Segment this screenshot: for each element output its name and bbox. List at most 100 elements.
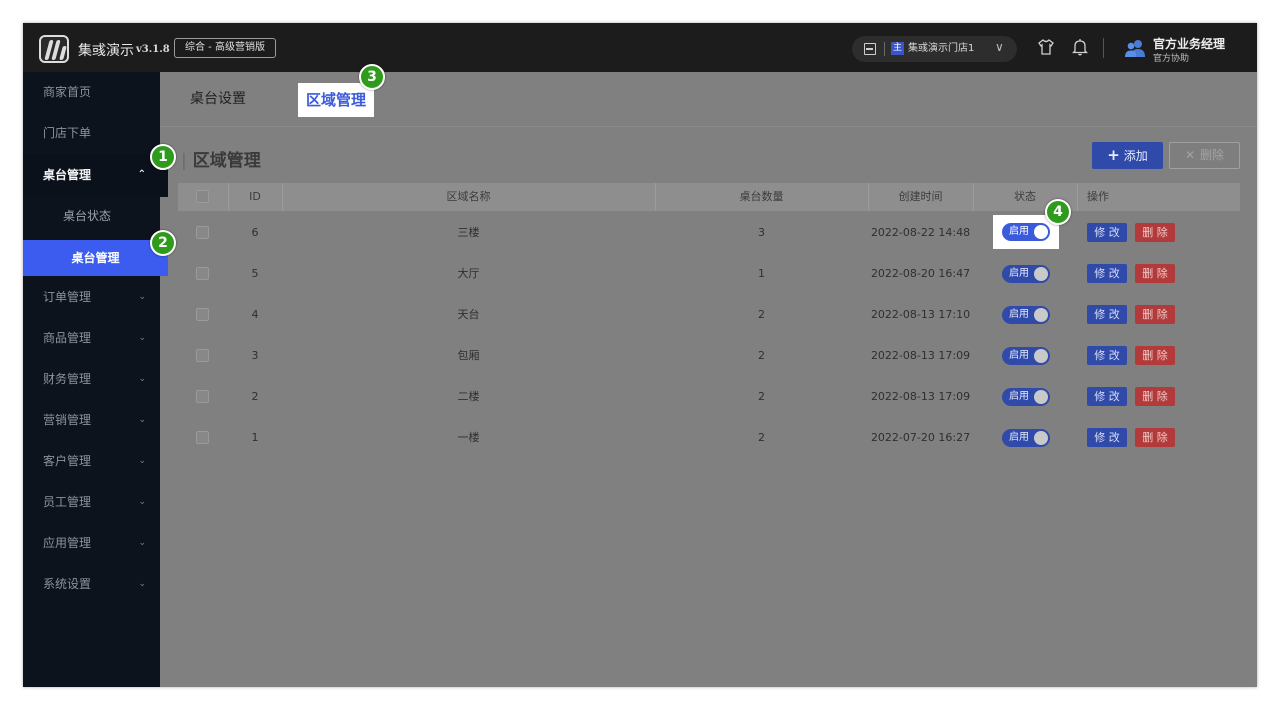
table-row: 5 大厅 1 2022-08-20 16:47 启用 修 改 删 除	[178, 253, 1240, 294]
toggle-knob	[1034, 390, 1048, 404]
column-header-actions: 操作	[1087, 190, 1109, 203]
cell-id: 5	[251, 267, 259, 280]
sidebar-item-staff[interactable]: 员工管理 ⌄	[23, 482, 160, 523]
edit-button[interactable]: 修 改	[1087, 305, 1127, 324]
delete-button[interactable]: ✕ 删除	[1169, 142, 1240, 169]
toggle-knob	[1034, 308, 1048, 322]
sidebar-item-marketing[interactable]: 营销管理 ⌄	[23, 400, 160, 441]
remove-button[interactable]: 删 除	[1135, 223, 1175, 242]
app-logo-icon	[39, 35, 69, 63]
table-row: 3 包厢 2 2022-08-13 17:09 启用 修 改 删 除	[178, 335, 1240, 376]
title-bar-icon: |	[181, 151, 187, 171]
remove-button[interactable]: 删 除	[1135, 428, 1175, 447]
cell-created: 2022-08-13 17:09	[870, 349, 971, 362]
store-icon	[864, 43, 876, 55]
toggle-label: 启用	[1009, 350, 1029, 361]
sidebar-group-label: 桌台管理	[43, 168, 92, 182]
toggle-knob	[1034, 225, 1048, 239]
cell-count: 3	[758, 226, 765, 239]
add-button-label: 添加	[1123, 149, 1148, 163]
sidebar-item-home[interactable]: 商家首页	[23, 72, 160, 113]
sidebar-item-customers[interactable]: 客户管理 ⌄	[23, 441, 160, 482]
table-row: 4 天台 2 2022-08-13 17:10 启用 修 改 删 除	[178, 294, 1240, 335]
sidebar-item-orders[interactable]: 订单管理 ⌄	[23, 277, 160, 318]
close-icon: ✕	[1184, 148, 1196, 162]
tab-area-management[interactable]: 区域管理	[298, 83, 375, 117]
column-header-id: ID	[249, 190, 261, 203]
section-title: | 区域管理	[181, 146, 261, 171]
store-name: 集彧演示门店1	[908, 43, 975, 54]
sidebar-item-label: 员工管理	[43, 495, 92, 509]
step-badge-3: 3	[359, 64, 385, 90]
sidebar-subitem-table-management[interactable]: 桌台管理	[23, 240, 168, 276]
select-all-checkbox[interactable]	[196, 190, 209, 203]
edit-button[interactable]: 修 改	[1087, 223, 1127, 242]
toggle-knob	[1034, 431, 1048, 445]
cell-created: 2022-08-22 14:48	[870, 226, 971, 239]
cell-count: 2	[758, 390, 765, 403]
row-checkbox[interactable]	[196, 349, 209, 362]
edit-button[interactable]: 修 改	[1087, 428, 1127, 447]
sidebar-item-label: 财务管理	[43, 372, 92, 386]
store-select[interactable]: 主 集彧演示门店1 ∨	[852, 36, 1017, 62]
edit-button[interactable]: 修 改	[1087, 387, 1127, 406]
bell-icon[interactable]	[1072, 38, 1088, 56]
cell-id: 4	[251, 308, 259, 321]
sidebar-item-store-order[interactable]: 门店下单	[23, 113, 160, 154]
chevron-down-icon: ⌄	[138, 374, 146, 384]
sidebar-item-apps[interactable]: 应用管理 ⌄	[23, 523, 160, 564]
status-toggle[interactable]: 启用	[1002, 306, 1050, 324]
remove-button[interactable]: 删 除	[1135, 264, 1175, 283]
row-checkbox[interactable]	[196, 431, 209, 444]
row-checkbox[interactable]	[196, 267, 209, 280]
user-avatar-icon[interactable]	[1124, 39, 1146, 57]
chevron-down-icon: ⌄	[138, 579, 146, 589]
cell-created: 2022-08-13 17:10	[870, 308, 971, 321]
sidebar-item-label: 营销管理	[43, 413, 92, 427]
chevron-down-icon: ∨	[995, 40, 1004, 54]
remove-button[interactable]: 删 除	[1135, 346, 1175, 365]
sidebar-group-table-management[interactable]: 桌台管理 ⌃	[23, 154, 168, 197]
sidebar-item-label: 系统设置	[43, 577, 92, 591]
remove-button[interactable]: 删 除	[1135, 305, 1175, 324]
cell-name: 大厅	[457, 267, 480, 280]
edition-badge[interactable]: 综合 - 高级营销版	[174, 38, 276, 58]
step-badge-2: 2	[150, 230, 176, 256]
sidebar-item-system-settings[interactable]: 系统设置 ⌄	[23, 564, 160, 605]
status-toggle[interactable]: 启用	[1002, 223, 1050, 241]
sidebar-subitem-table-status[interactable]: 桌台状态	[63, 207, 111, 224]
cell-name: 二楼	[457, 390, 480, 403]
status-toggle[interactable]: 启用	[1002, 429, 1050, 447]
chevron-up-icon: ⌃	[137, 169, 146, 180]
cell-name: 一楼	[457, 431, 480, 444]
sidebar-item-label: 商品管理	[43, 331, 92, 345]
step-badge-1: 1	[150, 144, 176, 170]
cell-name: 天台	[457, 308, 480, 321]
row-checkbox[interactable]	[196, 390, 209, 403]
status-toggle[interactable]: 启用	[1002, 347, 1050, 365]
cell-name: 三楼	[457, 226, 480, 239]
toggle-label: 启用	[1009, 432, 1029, 443]
tab-table-settings[interactable]: 桌台设置	[190, 72, 246, 127]
cell-id: 2	[251, 390, 259, 403]
cell-count: 2	[758, 308, 765, 321]
row-checkbox[interactable]	[196, 308, 209, 321]
edit-button[interactable]: 修 改	[1087, 264, 1127, 283]
user-role: 官方协助	[1153, 54, 1190, 64]
table-row: 6 三楼 3 2022-08-22 14:48 启用 修 改 删 除	[178, 212, 1240, 253]
top-bar: 集彧演示 v3.1.8 综合 - 高级营销版 主 集彧演示门店1 ∨ 官方业务经…	[23, 23, 1257, 72]
user-name[interactable]: 官方业务经理	[1153, 35, 1225, 52]
add-button[interactable]: + 添加	[1092, 142, 1163, 169]
cell-name: 包厢	[457, 349, 480, 362]
sidebar-item-products[interactable]: 商品管理 ⌄	[23, 318, 160, 359]
status-toggle[interactable]: 启用	[1002, 388, 1050, 406]
shirt-icon[interactable]	[1038, 39, 1054, 55]
chevron-down-icon: ⌄	[138, 456, 146, 466]
status-toggle[interactable]: 启用	[1002, 265, 1050, 283]
cell-created: 2022-08-20 16:47	[870, 267, 971, 280]
row-checkbox[interactable]	[196, 226, 209, 239]
remove-button[interactable]: 删 除	[1135, 387, 1175, 406]
edit-button[interactable]: 修 改	[1087, 346, 1127, 365]
sidebar-item-finance[interactable]: 财务管理 ⌄	[23, 359, 160, 400]
app-version: v3.1.8	[136, 44, 170, 55]
